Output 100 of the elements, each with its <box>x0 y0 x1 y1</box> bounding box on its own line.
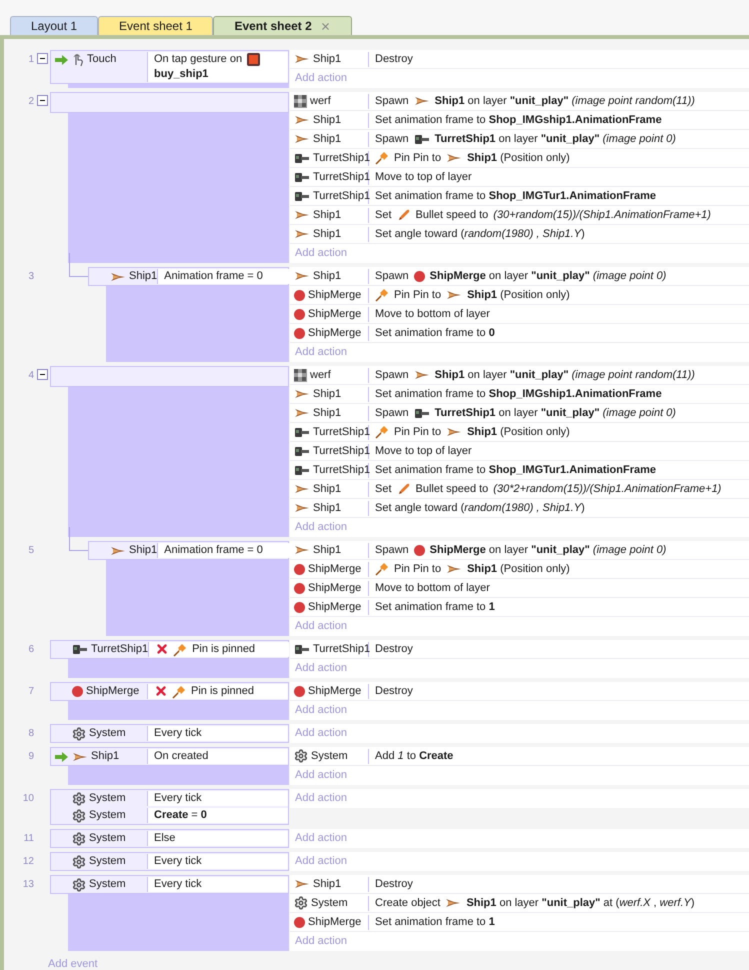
gear-icon <box>72 792 86 806</box>
gear-icon <box>72 832 86 846</box>
action-text: ShipMerge on layer "unit_play" (image point 0) <box>430 542 666 558</box>
close-icon[interactable] <box>320 20 331 32</box>
action-text: Destroy <box>375 876 413 892</box>
object-name: Ship1 <box>313 386 342 402</box>
ship-icon <box>294 389 310 399</box>
tab[interactable]: Event sheet 2 <box>213 16 352 35</box>
action-text: Move to bottom of layer <box>375 580 490 596</box>
action-text: Create object <box>375 896 440 910</box>
hand-icon <box>72 52 84 66</box>
object-name: TurretShip1 <box>313 444 370 459</box>
action-text: Set angle toward (random(1980) , Ship1.Y) <box>375 226 585 242</box>
object-name: ShipMerge <box>308 288 362 303</box>
action-text: Spawn <box>375 406 409 420</box>
action-text: Spawn <box>375 368 409 382</box>
object-name: Touch <box>87 52 116 67</box>
action-text: Pin Pin to <box>394 562 442 576</box>
object-name: System <box>311 748 348 764</box>
turret-icon <box>294 426 310 438</box>
action-text: Set <box>375 208 392 222</box>
object-name: Ship1 <box>313 112 342 128</box>
turret-icon <box>294 172 310 182</box>
add-action-link[interactable]: Add action <box>295 702 347 719</box>
object-name: Ship1 <box>313 500 342 516</box>
collapse-toggle[interactable] <box>37 95 48 106</box>
pin-icon <box>172 684 186 698</box>
condition-text: Pin is pinned <box>191 684 254 699</box>
add-action-link[interactable]: Add action <box>295 344 347 361</box>
object-name: ShipMerge <box>308 562 362 577</box>
turret-icon <box>294 644 310 654</box>
object-name: System <box>89 831 126 846</box>
action-text: Set animation frame to 1 <box>375 914 495 930</box>
turret-icon <box>414 134 430 144</box>
object-name: System <box>89 854 126 869</box>
add-action-link[interactable]: Add action <box>295 725 347 742</box>
gear-icon <box>72 854 86 868</box>
event-number: 5 <box>28 545 34 557</box>
ship-icon <box>446 427 462 437</box>
object-name: ShipMerge <box>86 684 140 699</box>
ship-icon <box>445 898 462 908</box>
object-name: ShipMerge <box>308 914 362 930</box>
add-action-link[interactable]: Add action <box>295 618 347 635</box>
action-text: Ship1 (Position only) <box>467 288 570 302</box>
ship-icon <box>294 879 310 889</box>
action-text: Ship1 (Position only) <box>467 424 570 440</box>
ship-icon <box>414 370 430 380</box>
object-name: Ship1 <box>313 482 342 497</box>
action-text: Set angle toward (random(1980) , Ship1.Y) <box>375 500 585 516</box>
tile-icon <box>294 368 307 382</box>
object-name: TurretShip1 <box>313 462 370 478</box>
action-text: Move to top of layer <box>375 170 472 184</box>
action-text: Move to top of layer <box>375 444 472 458</box>
add-action-link[interactable]: Add action <box>295 660 347 677</box>
condition-text: Else <box>154 831 176 846</box>
action-text: Destroy <box>375 642 413 656</box>
object-name: Ship1 <box>129 543 158 558</box>
add-action-link[interactable]: Add action <box>295 830 347 847</box>
event-number: 10 <box>22 793 34 805</box>
add-action-link[interactable]: Add action <box>295 790 347 807</box>
ship-icon <box>294 271 310 281</box>
add-action-link[interactable]: Add action <box>295 853 347 870</box>
collapse-toggle[interactable] <box>37 53 48 64</box>
action-text: TurretShip1 on layer "unit_play" (image point 0) <box>434 406 676 420</box>
condition-text: Every tick <box>154 877 202 892</box>
action-text: Spawn <box>375 94 409 108</box>
action-text: Ship1 (Position only) <box>467 150 570 166</box>
ship-icon <box>294 484 310 494</box>
condition-text: Animation frame = 0 <box>164 269 263 284</box>
object-name: TurretShip1 <box>313 424 370 440</box>
action-text: Ship1 on layer "unit_play" at (werf.X , werf.Y) <box>466 896 695 910</box>
turret-icon <box>414 408 430 418</box>
add-event-link[interactable]: Add event <box>48 958 98 970</box>
action-text: Set animation frame to Shop_IMGship1.AnimationFrame <box>375 386 662 402</box>
object-name: Ship1 <box>313 52 342 67</box>
object-name: werf <box>310 368 331 383</box>
tab[interactable]: Layout 1 <box>10 16 98 35</box>
object-name: TurretShip1 <box>313 642 370 657</box>
condition-text: On created <box>154 749 208 764</box>
pin-icon <box>375 151 389 165</box>
condition-text: Pin is pinned <box>192 642 256 657</box>
action-text: Set animation frame to Shop_IMGTur1.AnimationFrame <box>375 188 656 204</box>
object-name: TurretShip1 <box>91 642 148 657</box>
collapse-toggle[interactable] <box>37 369 48 380</box>
action-text: (30+random(15))/(Ship1.AnimationFrame+1) <box>493 208 711 222</box>
condition-text: Every tick <box>154 726 202 741</box>
object-name: TurretShip1 <box>313 188 370 204</box>
pin-icon <box>173 642 188 656</box>
event-number: 11 <box>24 833 34 845</box>
ship-icon <box>294 229 310 239</box>
add-action-link[interactable]: Add action <box>295 933 347 950</box>
add-action-link[interactable]: Add action <box>295 767 347 784</box>
add-action-link[interactable]: Add action <box>295 70 347 87</box>
add-action-link[interactable]: Add action <box>295 245 347 262</box>
add-action-link[interactable]: Add action <box>295 519 347 536</box>
object-name: System <box>89 726 126 741</box>
pin-icon <box>375 425 389 439</box>
tab[interactable]: Event sheet 1 <box>98 16 214 35</box>
ship-icon <box>414 96 430 106</box>
object-name: Ship1 <box>91 749 120 764</box>
